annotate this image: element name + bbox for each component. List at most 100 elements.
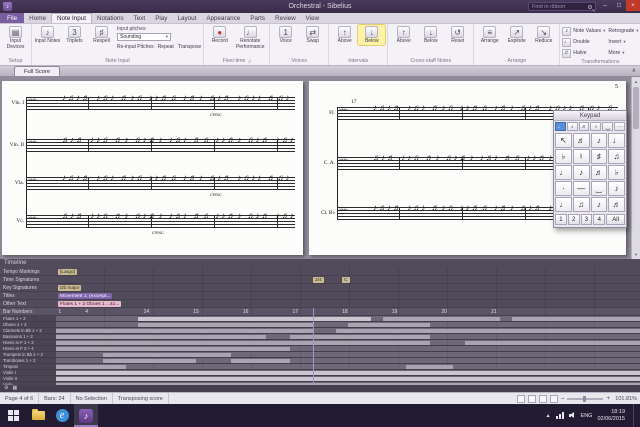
halve-note-values-button[interactable]: ♬ Halve	[562, 48, 605, 58]
titles-track[interactable]: Movement 1: (excerpt...	[56, 292, 640, 299]
show-hidden-icons[interactable]: ▲	[546, 413, 551, 419]
timeline-track[interactable]	[56, 346, 640, 351]
keypad-button[interactable]: ♩	[608, 133, 625, 148]
keypad-button[interactable]: ↖	[555, 133, 572, 148]
timeline-row-bar-numbers[interactable]: Bar Numbers 141415161718192021	[0, 308, 640, 316]
ribbon-tab-file[interactable]: File	[0, 13, 24, 23]
language-indicator[interactable]: ENG	[581, 413, 593, 419]
triplets-button[interactable]: 3 Triplets	[61, 25, 88, 45]
staff-lines[interactable]: ♭♭♭♭♭ ♪♫♪♬ ♪♫♪ ♬♪♫ ♪♪♬♫ ♪♬♪ ♫♪♬ ♪♫♪♪ ♬♫♪…	[26, 97, 295, 110]
scroll-up-icon[interactable]: ▲	[632, 77, 640, 86]
timeline-row-titles[interactable]: Titles Movement 1: (excerpt...	[0, 292, 640, 300]
dialog-launcher-icon[interactable]: ◿	[248, 58, 251, 63]
explode-button[interactable]: ↗ Explode	[503, 25, 530, 45]
timeline-row-time-signatures[interactable]: Time Signatures 2/4C	[0, 276, 640, 284]
input-pitches-select[interactable]: Sounding ▾	[117, 33, 171, 41]
staff-lines[interactable]: ♭♭♭♭♭ ♪♫♪♬ ♪♫♪ ♬♪♫ ♪♪♬♫ ♪♬♪ ♫♪♬ ♪♫♪♪ ♬♫♪…	[26, 177, 295, 190]
ribbon-tab-layout[interactable]: Layout	[172, 13, 201, 23]
score-page-left[interactable]: Vln. I ♭♭♭♭♭ ♪♫♪♬ ♪♫♪ ♬♪♫ ♪♪♬♫ ♪♬♪ ♫♪♬ ♪…	[2, 81, 303, 255]
timeline-row-tempo-markings[interactable]: Tempo Markings [Largo]	[0, 268, 640, 276]
keypad-button[interactable]: ♩	[555, 165, 572, 180]
find-in-ribbon-input[interactable]: Find in ribbon	[528, 2, 596, 11]
reduce-button[interactable]: ↘ Reduce	[530, 25, 557, 45]
keypad-tab[interactable]: ♭	[590, 122, 601, 131]
timeline-playhead[interactable]	[313, 308, 314, 385]
keypad-button[interactable]: ♮	[573, 149, 590, 164]
scroll-down-icon[interactable]: ▼	[632, 250, 640, 259]
minimize-button[interactable]: –	[598, 0, 612, 11]
vertical-scrollbar[interactable]: ▲ ▼	[631, 77, 640, 259]
ribbon-tab-review[interactable]: Review	[270, 13, 301, 23]
keypad-button[interactable]: ♪	[591, 197, 608, 212]
key-signature-badge[interactable]: Db major	[58, 285, 81, 291]
interval-below-button[interactable]: ↓ Below	[358, 25, 385, 45]
keypad-button[interactable]: ♫	[573, 197, 590, 212]
scrollbar-thumb[interactable]	[633, 87, 639, 129]
cresc-marking[interactable]: cresc.	[152, 230, 165, 236]
time-signature-badge[interactable]: 2/4	[313, 277, 324, 283]
interval-above-button[interactable]: ↑ Above	[331, 25, 358, 45]
keypad-panel[interactable]: Keypad ♩♪♬♭‿⋯ ↖♬♪♩♭♮♯♫♩♪♬♭·—‿♪♩♫♪♬ 1234A…	[553, 110, 627, 228]
network-icon[interactable]	[556, 412, 564, 419]
repeat-button[interactable]: Repeat	[158, 44, 174, 50]
tempo-track[interactable]: [Largo]	[56, 268, 640, 275]
start-button[interactable]	[0, 404, 26, 427]
ribbon-tab-view[interactable]: View	[301, 13, 325, 23]
note-values-button[interactable]: ♪ Note Values ▾	[562, 26, 605, 36]
zoom-out-button[interactable]: –	[561, 396, 564, 402]
speaker-icon[interactable]	[569, 412, 576, 420]
double-note-values-button[interactable]: ♩ Double	[562, 37, 605, 47]
record-button[interactable]: ● Record	[206, 25, 233, 45]
timeline-track[interactable]	[56, 364, 640, 369]
keypad-button[interactable]: ♩	[555, 197, 572, 212]
voice-button[interactable]: 1 Voice	[272, 25, 299, 45]
staff-cello[interactable]: Vc. ♭♭♭♭♭ ♫♪♬ ♪♪♫ ♬♪ ♫♪♬♪ ♪♫♪ ♬♫ ♪♪♬♪ ♫♪…	[2, 215, 299, 228]
keysig-track[interactable]: Db major	[56, 284, 640, 291]
ribbon-tab-text[interactable]: Text	[129, 13, 151, 23]
keypad-button[interactable]: ♬	[591, 165, 608, 180]
timeline-track[interactable]	[56, 370, 640, 375]
keypad-number-button[interactable]: All	[606, 214, 625, 225]
timeline-track[interactable]	[56, 352, 640, 357]
keypad-tab[interactable]: ‿	[602, 122, 613, 131]
cresc-marking[interactable]: cresc.	[210, 192, 223, 198]
keypad-tab[interactable]: ♪	[567, 122, 578, 131]
timeline-row-key-signatures[interactable]: Key Signatures Db major	[0, 284, 640, 292]
keypad-number-button[interactable]: 2	[568, 214, 580, 225]
keypad-tab[interactable]: ♩	[555, 122, 566, 131]
timeline-track[interactable]	[56, 340, 640, 345]
full-screen-view-icon[interactable]	[550, 395, 558, 403]
swap-button[interactable]: ⇄ Swap	[299, 25, 326, 45]
timeline-track[interactable]	[56, 328, 640, 333]
input-devices-button[interactable]: ▤ Input Devices	[2, 25, 29, 50]
ribbon-tab-parts[interactable]: Parts	[245, 13, 270, 23]
keypad-button[interactable]: ♪	[591, 133, 608, 148]
staff-violin2[interactable]: Vln. II ♭♭♭♭♭ ♫♪♬ ♪♪♫ ♬♪ ♫♪♬♪ ♪♫♪ ♬♫ ♪♪♬…	[2, 139, 299, 152]
timeline-track[interactable]	[56, 376, 640, 381]
show-desktop-button[interactable]	[633, 404, 637, 427]
other-text-track[interactable]: Flutes 1 + 2 Oboes 1 ...41...	[56, 300, 640, 307]
staff-lines[interactable]: ♭♭♭♭♭ ♫♪♬ ♪♪♫ ♬♪ ♫♪♬♪ ♪♫♪ ♬♫ ♪♪♬♪ ♫♪♬ ♪♫…	[26, 139, 295, 152]
keypad-button[interactable]: ♫	[608, 149, 625, 164]
file-explorer-button[interactable]	[26, 404, 50, 427]
title-badge[interactable]: Movement 1: (excerpt...	[58, 293, 112, 299]
keypad-button[interactable]: ♯	[591, 149, 608, 164]
taskbar-clock[interactable]: 18:19 02/06/2015	[597, 409, 625, 422]
maximize-button[interactable]: □	[612, 0, 626, 11]
ribbon-tab-appearance[interactable]: Appearance	[201, 13, 245, 23]
timeline-track[interactable]	[56, 358, 640, 363]
cross-staff-reset-button[interactable]: ↺ Reset	[444, 25, 471, 45]
keypad-number-button[interactable]: 1	[555, 214, 567, 225]
internet-explorer-button[interactable]: e	[50, 404, 74, 427]
keypad-button[interactable]: ♭	[555, 149, 572, 164]
staff-viola[interactable]: Vla. ♭♭♭♭♭ ♪♫♪♬ ♪♫♪ ♬♪♫ ♪♪♬♫ ♪♬♪ ♫♪♬ ♪♫♪…	[2, 177, 299, 190]
keypad-number-button[interactable]: 4	[593, 214, 605, 225]
timeline-track[interactable]	[56, 322, 640, 327]
single-page-view-icon[interactable]	[517, 395, 525, 403]
retrograde-button[interactable]: Retrograde ▾	[608, 26, 638, 36]
staff-lines[interactable]: ♭♭♭♭♭ ♫♪♬ ♪♪♫ ♬♪ ♫♪♬♪ ♪♫♪ ♬♫ ♪♪♬♪ ♫♪♬ ♪♫…	[26, 215, 295, 228]
ribbon-tab-note-input[interactable]: Note Input	[51, 13, 92, 23]
respell-button[interactable]: ♯ Respell	[88, 25, 115, 45]
collapse-ribbon-icon[interactable]: ∧	[632, 67, 636, 74]
keypad-button[interactable]: ♪	[608, 181, 625, 196]
